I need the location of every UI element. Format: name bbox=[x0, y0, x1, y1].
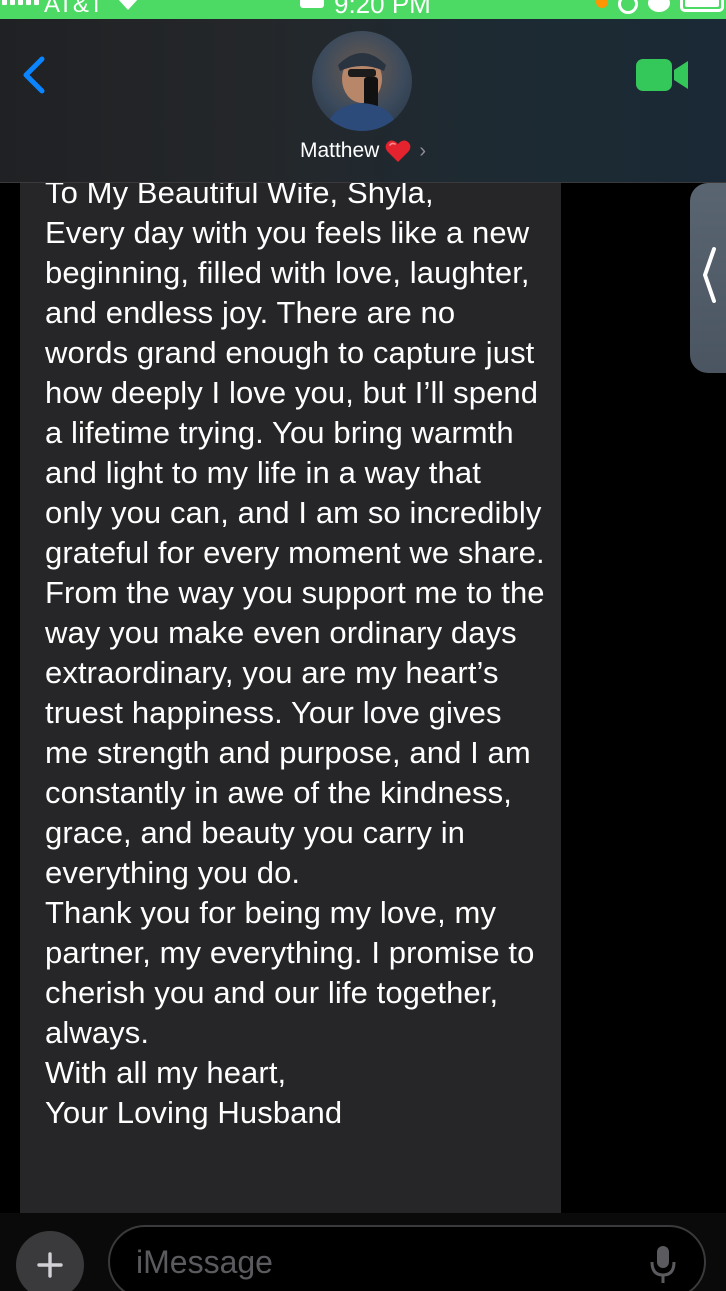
plus-icon bbox=[37, 1252, 63, 1278]
alarm-icon bbox=[648, 0, 670, 12]
chevron-left-icon bbox=[23, 56, 45, 94]
back-button[interactable] bbox=[16, 55, 56, 95]
chevron-left-icon bbox=[703, 247, 716, 303]
active-call-icon bbox=[300, 0, 324, 8]
contact-avatar[interactable] bbox=[312, 31, 412, 131]
message-text: To My Beautiful Wife, Shyla, Every day w… bbox=[45, 183, 545, 1130]
contact-name: Matthew bbox=[299, 139, 380, 162]
battery-icon bbox=[680, 0, 724, 12]
conversation-header: Matthew › bbox=[0, 19, 726, 183]
contact-name-row[interactable]: Matthew › bbox=[0, 139, 726, 163]
microphone-icon[interactable] bbox=[650, 1245, 676, 1285]
orientation-lock-icon bbox=[618, 0, 638, 14]
contact-details-chevron-icon: › bbox=[419, 139, 427, 162]
wifi-icon bbox=[115, 0, 141, 18]
apps-plus-button[interactable] bbox=[16, 1231, 84, 1291]
imessage-input[interactable]: iMessage bbox=[108, 1225, 706, 1291]
carrier-label: AT&T bbox=[44, 0, 104, 18]
received-message-bubble[interactable]: To My Beautiful Wife, Shyla, Every day w… bbox=[20, 183, 561, 1213]
status-bar: AT&T 9:20 PM bbox=[0, 0, 726, 19]
signal-strength-icon bbox=[2, 0, 39, 5]
red-heart-icon bbox=[385, 140, 411, 162]
message-thread[interactable]: To My Beautiful Wife, Shyla, Every day w… bbox=[0, 183, 726, 1213]
message-input-bar: iMessage bbox=[0, 1213, 726, 1291]
imessage-placeholder: iMessage bbox=[136, 1244, 273, 1280]
facetime-video-button[interactable] bbox=[636, 57, 690, 93]
microphone-in-use-indicator bbox=[596, 0, 608, 8]
status-time: 9:20 PM bbox=[334, 0, 431, 19]
facetime-video-icon bbox=[636, 59, 688, 91]
side-drawer-handle[interactable] bbox=[690, 183, 726, 373]
avatar-photo bbox=[326, 53, 398, 131]
